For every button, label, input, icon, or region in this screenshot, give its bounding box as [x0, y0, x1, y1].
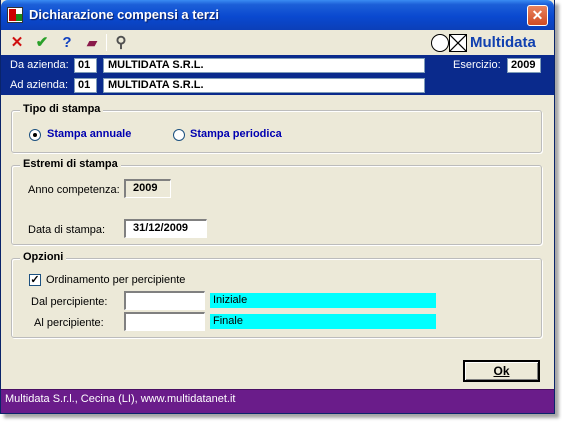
tipo-stampa-group: Tipo di stampa Stampa annuale Stampa per…	[11, 103, 542, 153]
book-icon[interactable]: ▰	[82, 33, 102, 53]
logo-text: Multidata	[470, 34, 536, 51]
toolbar: ✕ ✔ ? ▰ ⚲ Multidata	[1, 30, 554, 55]
anno-competenza-field[interactable]: 2009	[124, 179, 171, 198]
multidata-logo: Multidata	[431, 33, 546, 53]
toolbar-separator	[106, 34, 107, 51]
logo-circle-icon	[431, 34, 449, 52]
data-stampa-label: Data di stampa:	[28, 224, 106, 236]
radio-stampa-periodica-label[interactable]: Stampa periodica	[190, 128, 282, 140]
title-bar[interactable]: Dichiarazione compensi a terzi ✕	[1, 0, 554, 30]
binoculars-icon[interactable]: ⚲	[111, 33, 131, 53]
radio-stampa-periodica[interactable]	[173, 129, 185, 141]
radio-stampa-annuale[interactable]	[29, 129, 41, 141]
estremi-stampa-group: Estremi di stampa Anno competenza: 2009 …	[11, 158, 542, 245]
tipo-stampa-title: Tipo di stampa	[20, 103, 104, 115]
logo-cross-icon	[449, 34, 467, 52]
al-percipiente-description: Finale	[210, 314, 436, 329]
esercizio-label: Esercizio:	[453, 59, 501, 71]
opzioni-group: Opzioni ✓ Ordinamento per percipiente Da…	[11, 251, 542, 338]
al-percipiente-field[interactable]	[124, 312, 205, 331]
estremi-stampa-title: Estremi di stampa	[20, 158, 121, 170]
ok-button-label: Ok	[493, 364, 510, 378]
ordinamento-checkbox[interactable]: ✓	[29, 274, 41, 286]
ad-azienda-label: Ad azienda:	[10, 79, 69, 91]
opzioni-title: Opzioni	[20, 251, 67, 263]
al-percipiente-label: Al percipiente:	[34, 317, 104, 329]
ordinamento-label[interactable]: Ordinamento per percipiente	[46, 274, 185, 286]
ok-button[interactable]: Ok	[463, 360, 540, 382]
da-azienda-label: Da azienda:	[10, 59, 69, 71]
dal-percipiente-label: Dal percipiente:	[31, 296, 108, 308]
dal-percipiente-description: Iniziale	[210, 293, 436, 308]
radio-stampa-annuale-label[interactable]: Stampa annuale	[47, 128, 131, 140]
window-title: Dichiarazione compensi a terzi	[29, 7, 220, 22]
dialog-window: Dichiarazione compensi a terzi ✕ ✕ ✔ ? ▰…	[0, 0, 555, 414]
status-bar: Multidata S.r.l., Cecina (LI), www.multi…	[1, 389, 554, 413]
da-azienda-code[interactable]: 01	[74, 58, 97, 73]
esercizio-value[interactable]: 2009	[507, 58, 541, 73]
ad-azienda-code[interactable]: 01	[74, 78, 97, 93]
app-icon	[7, 7, 23, 23]
anno-competenza-label: Anno competenza:	[28, 184, 120, 196]
ad-azienda-name: MULTIDATA S.R.L.	[103, 78, 425, 93]
company-header: Da azienda: 01 MULTIDATA S.R.L. Ad azien…	[1, 55, 554, 95]
help-icon[interactable]: ?	[57, 33, 77, 53]
confirm-icon[interactable]: ✔	[32, 33, 52, 53]
close-button[interactable]: ✕	[527, 5, 548, 26]
dal-percipiente-field[interactable]	[124, 291, 205, 310]
data-stampa-field[interactable]: 31/12/2009	[124, 219, 207, 238]
da-azienda-name: MULTIDATA S.R.L.	[103, 58, 425, 73]
cancel-icon[interactable]: ✕	[7, 33, 27, 53]
